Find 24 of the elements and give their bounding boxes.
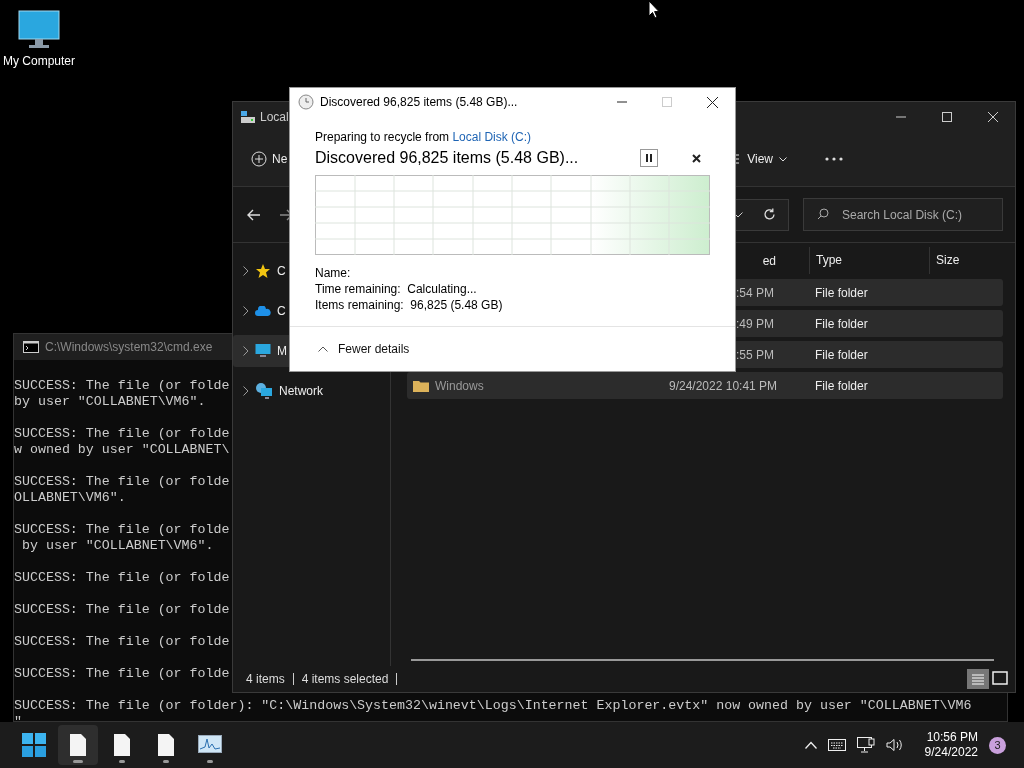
console-line: by user "COLLABNET\VM6".: [20, 538, 214, 554]
detail-line: Name:: [315, 265, 352, 281]
console-line: SUCCESS: The file (or folde: [14, 602, 230, 618]
console-line: ": [14, 714, 22, 730]
item-count: 4 items: [246, 672, 285, 686]
console-line: SUCCESS: The file (or folde: [14, 426, 230, 442]
console-line: SUCCESS: The file (or folde: [14, 522, 230, 538]
window-title: Discovered 96,825 items (5.48 GB)...: [320, 95, 518, 109]
progress-heading: Discovered 96,825 items (5.48 GB)...: [315, 149, 579, 167]
detail-line: Items remaining: 96,825 (5.48 GB): [315, 297, 504, 313]
console-line: OLLABNET\VM6".: [14, 490, 126, 506]
console-line: SUCCESS: The file (or folde: [14, 474, 230, 490]
detail-line: Time remaining: Calculating...: [315, 281, 478, 297]
console-line: w owned by user "COLLABNET\: [14, 442, 230, 458]
console-line: by user "COLLABNET\VM6".: [14, 394, 206, 410]
console-line: SUCCESS: The file (or folde: [14, 634, 230, 650]
console-line: SUCCESS: The file (or folde: [14, 570, 230, 586]
window-title: Local: [260, 110, 289, 124]
console-line: SUCCESS: The file (or folde: [14, 378, 230, 394]
console-line: SUCCESS: The file (or folder): "C:\Windows\System32\winevt\Logs\Internet Explorer.evtx" now owned by user "COLLABNET\VM6: [14, 698, 972, 714]
selection-count: 4 items selected: [301, 672, 389, 686]
console-line: SUCCESS: The file (or folde: [14, 666, 230, 682]
window-title: C:\Windows\system32\cmd.exe: [45, 340, 213, 354]
operation-description: Preparing to recycle from Local Disk (C:): [315, 129, 533, 145]
